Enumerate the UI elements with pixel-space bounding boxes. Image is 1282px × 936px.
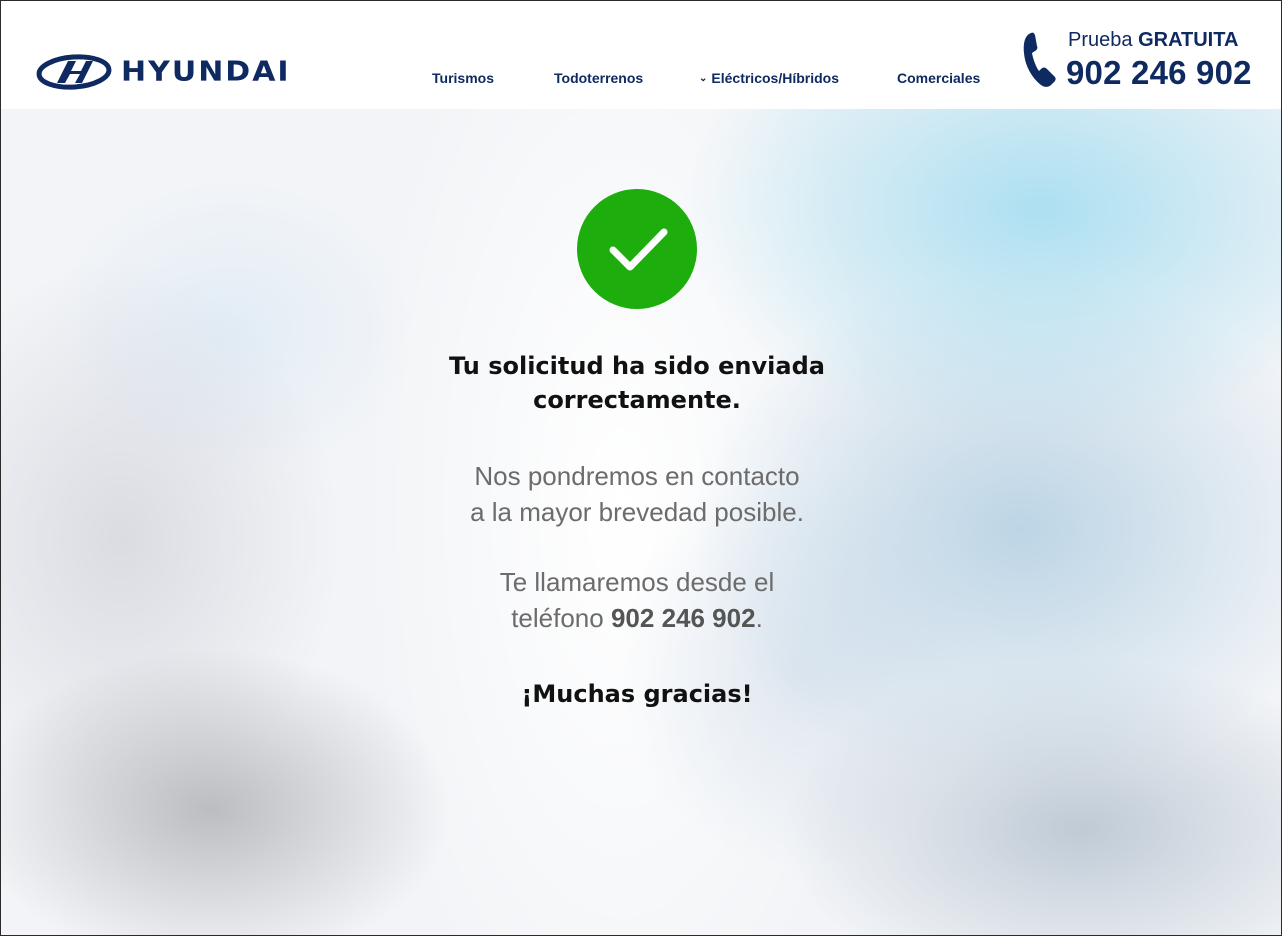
phone-tagline-prefix: Prueba [1068,29,1133,51]
chevron-down-icon: ⌄ [699,73,708,84]
site-header: HYUNDAI Turismos Todoterrenos ⌄ Eléctrico… [1,1,1281,109]
hyundai-logo-icon [36,54,112,90]
confirmation-headline: Tu solicitud ha sido enviada correctamen… [377,349,897,417]
callback-note: Te llamaremos desde el teléfono 902 246 … [377,564,897,636]
callback-note-line-1: Te llamaremos desde el [499,567,775,597]
contact-note: Nos pondremos en contacto a la mayor bre… [377,458,897,530]
callback-prefix: teléfono [511,603,604,633]
check-icon [609,228,668,271]
contact-note-line-2: a la mayor brevedad posible. [470,497,804,527]
callback-number: 902 246 902 [610,603,756,633]
callback-note-line-2: teléfono 902 246 902. [377,600,897,636]
hyundai-logo[interactable]: HYUNDAI [35,53,291,91]
nav-item-electricos[interactable]: ⌄ Eléctricos/Híbridos [699,70,839,86]
success-badge [577,189,697,309]
thanks-message: ¡Muchas gracias! [521,680,753,708]
contact-note-line-1: Nos pondremos en contacto [474,461,800,491]
nav-item-comerciales[interactable]: Comerciales [897,70,980,86]
phone-icon [1023,32,1056,87]
nav-item-todoterrenos[interactable]: Todoterrenos [554,70,643,86]
phone-tagline-highlight: GRATUITA [1138,29,1239,51]
phone-tagline: Prueba GRATUITA [1068,29,1238,52]
phone-number[interactable]: 902 246 902 [1066,54,1252,92]
nav-item-electricos-label: Eléctricos/Híbridos [711,70,839,86]
callback-suffix: . [755,603,763,633]
headline-line-1: Tu solicitud ha sido enviada [449,352,825,380]
confirmation-message: Tu solicitud ha sido enviada correctamen… [1,1,1281,935]
logo-wordmark: HYUNDAI [121,55,291,88]
phone-cta[interactable]: Prueba GRATUITA 902 246 902 [1021,27,1261,93]
headline-line-2: correctamente. [533,386,741,414]
page-frame: HYUNDAI Turismos Todoterrenos ⌄ Eléctrico… [0,0,1282,936]
nav-item-turismos[interactable]: Turismos [432,70,494,86]
